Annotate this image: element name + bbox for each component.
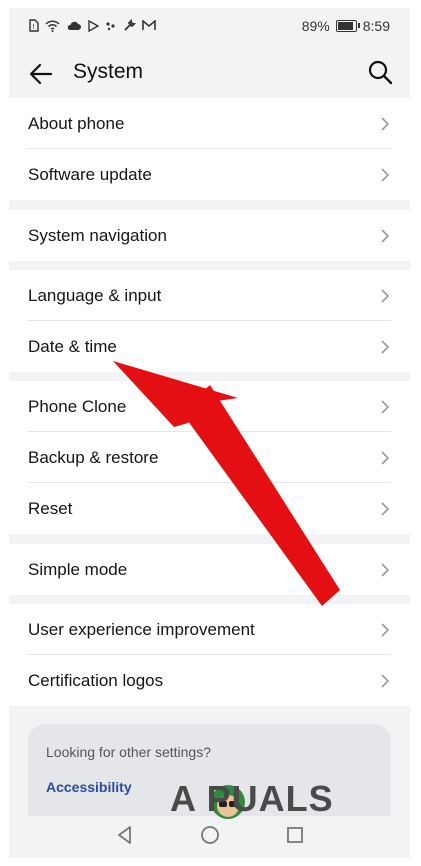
row-software-update[interactable]: Software update [9,149,410,200]
page-title: System [73,60,144,83]
svg-text:!: ! [32,23,35,31]
app-header: System [9,46,410,106]
back-arrow-icon[interactable] [27,60,55,88]
row-label: Language & input [28,285,162,305]
chevron-right-icon [381,451,390,465]
row-certification-logos[interactable]: Certification logos [9,655,410,706]
settings-group-5: Simple mode [9,544,410,595]
watermark-text: A PUALS [170,778,334,819]
settings-group-4: Phone Clone Backup & restore Reset [9,381,410,534]
chevron-right-icon [381,340,390,354]
row-label: Backup & restore [28,447,159,467]
battery-icon [335,20,360,32]
settings-group-6: User experience improvement Certificatio… [9,604,410,706]
settings-group-3: Language & input Date & time [9,270,410,372]
row-label: Software update [28,164,152,184]
gmail-icon [142,20,156,30]
clock: 8:59 [362,18,390,34]
chevron-right-icon [381,229,390,243]
appuals-watermark: A PUALS [170,770,385,830]
play-store-icon [88,19,99,32]
chevron-right-icon [381,502,390,516]
dots-icon [106,21,115,30]
search-icon[interactable] [366,58,394,86]
row-phone-clone[interactable]: Phone Clone [9,381,410,432]
battery-percent: 89% [301,18,330,34]
row-language-input[interactable]: Language & input [9,270,410,321]
row-simple-mode[interactable]: Simple mode [9,544,410,595]
row-label: Date & time [28,336,117,356]
wifi-icon [45,19,60,32]
row-about-phone[interactable]: About phone [9,98,410,149]
row-label: Reset [28,498,73,518]
row-label: Certification logos [28,670,164,690]
row-system-navigation[interactable]: System navigation [9,210,410,261]
chevron-right-icon [381,168,390,182]
row-label: User experience improvement [28,619,255,639]
row-user-experience[interactable]: User experience improvement [9,604,410,655]
chevron-right-icon [381,400,390,414]
status-right: 89% 8:59 [302,18,390,34]
cloud-icon [67,21,81,30]
suggestion-question: Looking for other settings? [46,744,211,760]
settings-group-1: About phone Software update [9,98,410,200]
row-label: System navigation [28,225,167,245]
status-icons: ! [29,19,156,32]
sim-icon: ! [29,19,39,32]
wrench-icon [124,19,136,31]
chevron-right-icon [381,117,390,131]
phone-screen: ! 89% 8:59 System About phone Software u… [9,8,410,858]
status-bar: ! 89% 8:59 [9,8,410,46]
chevron-right-icon [381,623,390,637]
chevron-right-icon [381,289,390,303]
accessibility-link[interactable]: Accessibility [46,779,132,795]
row-backup-restore[interactable]: Backup & restore [9,432,410,483]
row-date-time[interactable]: Date & time [9,321,410,372]
row-reset[interactable]: Reset [9,483,410,534]
chevron-right-icon [381,563,390,577]
row-label: Simple mode [28,559,128,579]
settings-group-2: System navigation [9,210,410,261]
chevron-right-icon [381,674,390,688]
row-label: About phone [28,113,125,133]
row-label: Phone Clone [28,396,127,416]
nav-back-icon[interactable] [114,824,136,846]
